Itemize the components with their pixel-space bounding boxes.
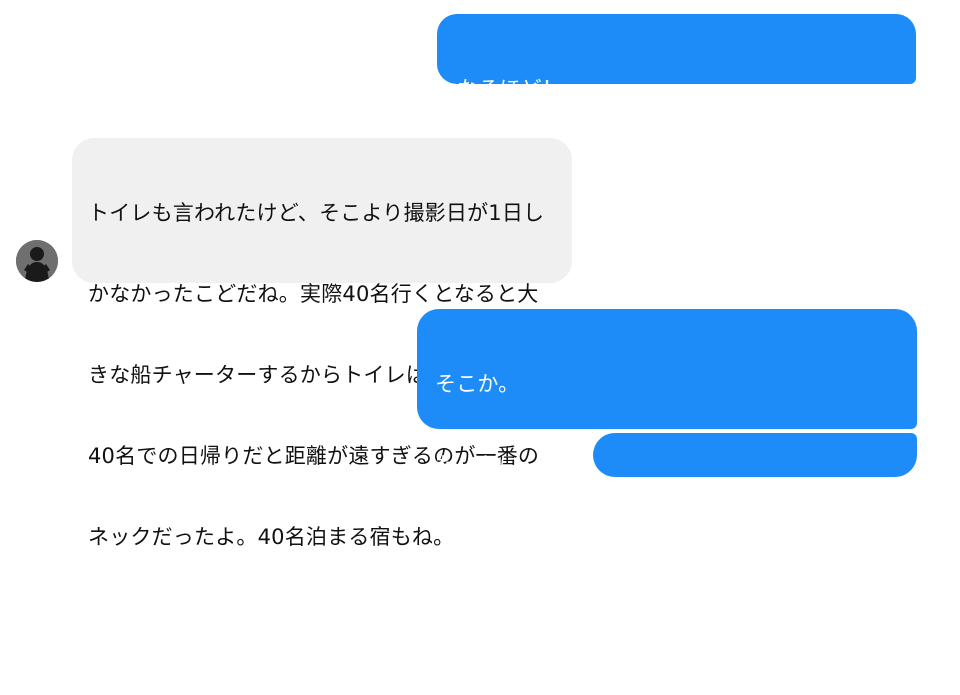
message-text-line: トイレも言われたけど、そこより撮影日が1日し [88, 201, 545, 225]
message-bubble-outgoing[interactable]: どちらもwin-winになるように [593, 433, 917, 547]
avatar[interactable] [16, 240, 58, 282]
message-text-line: なるほど！ [457, 77, 563, 101]
person-silhouette-icon [16, 240, 58, 282]
message-bubble-incoming[interactable]: トイレも言われたけど、そこより撮影日が1日し かなかったこどだね。実際40名行く… [72, 138, 572, 549]
message-text-line: かなかったこどだね。実際40名行くとなると大 [88, 282, 539, 306]
message-bubble-outgoing[interactable]: そこか。 たしかに、40人っていうと厳しいもんね。 伊是名に宿泊先の提携企業つく… [417, 309, 917, 666]
message-text-line: そこか。 [435, 372, 520, 396]
message-text-line: どちらもwin-winになるように [613, 496, 886, 547]
message-bubble-outgoing[interactable]: なるほど！ トイレとかは特に問題にはされなかった感じ？ [437, 14, 916, 209]
message-text-line: 伊是名に宿泊先の提携企業つくっておきたいね！ [435, 615, 858, 666]
